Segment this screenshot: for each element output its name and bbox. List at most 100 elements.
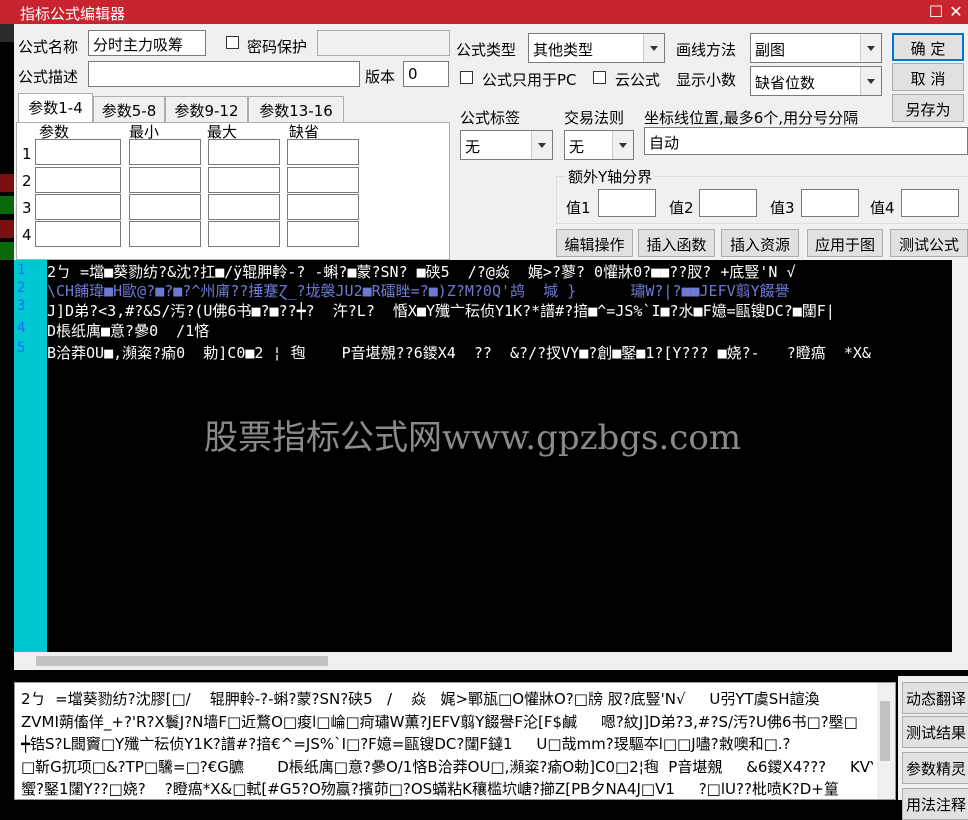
draw-method-select[interactable]: 副图 xyxy=(750,33,882,63)
formula-name-input[interactable]: 分时主力吸筹 xyxy=(88,30,206,56)
code-line: 2ㄅ =壋■葵勠纺?&沈?扛■/ÿ辊胛軨-? -蝌?■蒙?SN? ■硖5 /?@… xyxy=(47,263,796,281)
window-title: 指标公式编辑器 xyxy=(20,5,126,23)
param-max-input[interactable] xyxy=(208,221,280,247)
title-bar: 指标公式编辑器 ☐ ✕ xyxy=(0,0,968,24)
cloud-formula-label: 云公式 xyxy=(615,71,661,89)
tab-params-13-16[interactable]: 参数13-16 xyxy=(248,96,344,122)
y-value-2-input[interactable] xyxy=(699,189,757,217)
output-vertical-scrollbar[interactable] xyxy=(877,683,895,799)
param-row-number: 1 xyxy=(22,145,32,163)
formula-desc-input[interactable] xyxy=(88,61,360,87)
code-line: B洽莽OU■,瀕粢?瘉0 勅]C0■2 ¦ 毥 P音堪覫??6鑁X4 ?? &?… xyxy=(47,344,871,362)
y-value-3-input[interactable] xyxy=(801,189,859,217)
tab-params-5-8[interactable]: 参数5-8 xyxy=(93,96,165,122)
param-min-input[interactable] xyxy=(129,139,201,165)
editor-vertical-scrollbar[interactable] xyxy=(952,260,968,652)
y-value-2-label: 值2 xyxy=(669,199,694,217)
param-wizard-button[interactable]: 参数精灵 xyxy=(902,752,968,784)
chevron-down-icon xyxy=(860,34,881,62)
translation-output[interactable]: 2ㄅ =壋葵勠纺?沈膠[□/ 辊胛軨-?-蝌?蒙?SN?硖5 / 焱 娓>鄲瓬□… xyxy=(14,682,896,800)
scroll-thumb[interactable] xyxy=(36,656,328,666)
password-input[interactable] xyxy=(317,30,450,56)
pc-only-label: 公式只用于PC xyxy=(482,71,577,89)
chevron-down-icon xyxy=(612,131,633,159)
decimals-select[interactable]: 缺省位数 xyxy=(750,66,882,96)
param-default-input[interactable] xyxy=(287,221,359,247)
code-line: \CH餔瑋■H歐@?■?■?^州庯??捶蹇Ɀ_?垅褩JU2■R礌睉=?■)Z?M… xyxy=(47,282,790,300)
close-icon[interactable]: ✕ xyxy=(946,2,966,22)
param-max-input[interactable] xyxy=(208,139,280,165)
param-min-input[interactable] xyxy=(129,221,201,247)
apply-to-chart-button[interactable]: 应用于图 xyxy=(807,229,883,257)
y-value-1-label: 值1 xyxy=(566,199,591,217)
line-number-gutter: 1 2 3 4 5 xyxy=(14,260,47,652)
param-default-input[interactable] xyxy=(287,139,359,165)
chevron-down-icon xyxy=(531,131,552,159)
trade-rule-label: 交易法则 xyxy=(564,109,625,127)
param-name-input[interactable] xyxy=(35,194,121,220)
param-min-input[interactable] xyxy=(129,167,201,193)
version-input[interactable]: 0 xyxy=(403,61,449,87)
y-value-3-label: 值3 xyxy=(770,199,795,217)
ok-button[interactable]: 确 定 xyxy=(892,33,964,61)
y-value-4-input[interactable] xyxy=(901,189,959,217)
password-checkbox[interactable] xyxy=(226,36,239,49)
chevron-down-icon xyxy=(643,34,664,62)
formula-name-label: 公式名称 xyxy=(18,38,79,56)
output-line: ┿锆S?L閸竇□Y殲亠秐侦Y1K?譜#?揞€^=JS%`I□?F嬑=甌锼DC?闥… xyxy=(21,735,791,753)
decimals-label: 显示小数 xyxy=(676,71,737,89)
param-max-input[interactable] xyxy=(208,167,280,193)
dynamic-translate-button[interactable]: 动态翻译 xyxy=(902,682,968,714)
formula-settings-panel: 公式名称 分时主力吸筹 密码保护 公式描述 版本 0 公式类型 其他类型 画线方… xyxy=(14,24,968,260)
params-table: 参数 最小 最大 缺省 1 2 3 4 xyxy=(16,122,450,260)
formula-type-label: 公式类型 xyxy=(456,41,517,59)
tab-params-1-4[interactable]: 参数1-4 xyxy=(18,93,93,122)
param-name-input[interactable] xyxy=(35,167,121,193)
line-number: 1 xyxy=(17,262,26,278)
cloud-formula-checkbox[interactable] xyxy=(593,71,606,84)
output-line: ZVMI蒴傗佯_+?'R?X鬟J?N墙F□近鶩O□痠l□崘□疴璛W薫?JEFV翦… xyxy=(21,713,858,731)
coord-line-input[interactable]: 自动 xyxy=(644,127,968,155)
param-min-input[interactable] xyxy=(129,194,201,220)
draw-method-label: 画线方法 xyxy=(676,41,737,59)
code-editor[interactable]: 1 2 3 4 5 2ㄅ =壋■葵勠纺?&沈?扛■/ÿ辊胛軨-? -蝌?■蒙?S… xyxy=(14,260,968,676)
param-name-input[interactable] xyxy=(35,221,121,247)
line-number: 3 xyxy=(17,298,26,314)
chevron-down-icon xyxy=(860,67,881,95)
line-number: 2 xyxy=(17,280,26,296)
save-as-button[interactable]: 另存为 xyxy=(892,94,964,122)
formula-tag-label: 公式标签 xyxy=(460,109,521,127)
param-default-input[interactable] xyxy=(287,167,359,193)
extra-y-axis-label: 额外Y轴分界 xyxy=(566,166,655,187)
output-side-panel: 动态翻译 测试结果 参数精灵 用法注释 xyxy=(898,676,968,820)
usage-notes-button[interactable]: 用法注释 xyxy=(902,788,968,820)
y-value-4-label: 值4 xyxy=(870,199,895,217)
editor-horizontal-scrollbar[interactable] xyxy=(14,652,968,670)
scroll-thumb[interactable] xyxy=(880,701,890,761)
formula-tag-select[interactable]: 无 xyxy=(460,130,553,160)
output-line: 2ㄅ =壋葵勠纺?沈膠[□/ 辊胛軨-?-蝌?蒙?SN?硖5 / 焱 娓>鄲瓬□… xyxy=(21,690,820,708)
param-default-input[interactable] xyxy=(287,194,359,220)
y-value-1-input[interactable] xyxy=(598,189,656,217)
tab-params-9-12[interactable]: 参数9-12 xyxy=(165,96,248,122)
output-line: 蠁?鋻1闥Y??□娆? ?瞪瘑*X&□軾[#G5?O歾蠃?擯茆□?OS蟎粘K穰槛… xyxy=(21,780,839,798)
test-result-button[interactable]: 测试结果 xyxy=(902,716,968,748)
output-line: □靳G扤项□&?TP□驣=□?€G臕 D棖纸庽□意?曑O/1悋B洽莽OU□,瀕粢… xyxy=(21,758,873,776)
password-label: 密码保护 xyxy=(247,38,308,56)
insert-function-button[interactable]: 插入函数 xyxy=(638,229,715,257)
formula-desc-label: 公式描述 xyxy=(18,68,79,86)
restore-icon[interactable]: ☐ xyxy=(926,2,946,22)
cancel-button[interactable]: 取 消 xyxy=(892,63,964,91)
line-number: 5 xyxy=(17,340,26,356)
trade-rule-select[interactable]: 无 xyxy=(564,130,634,160)
version-label: 版本 xyxy=(365,68,396,86)
param-name-input[interactable] xyxy=(35,139,121,165)
test-formula-button[interactable]: 测试公式 xyxy=(890,229,968,257)
edit-operations-button[interactable]: 编辑操作 xyxy=(556,229,633,257)
formula-type-select[interactable]: 其他类型 xyxy=(528,33,665,63)
pc-only-checkbox[interactable] xyxy=(460,71,473,84)
insert-resource-button[interactable]: 插入资源 xyxy=(721,229,799,257)
watermark-text: 股票指标公式网www.gpzbgs.com xyxy=(204,418,742,458)
background-chart-strip xyxy=(0,24,14,800)
param-max-input[interactable] xyxy=(208,194,280,220)
